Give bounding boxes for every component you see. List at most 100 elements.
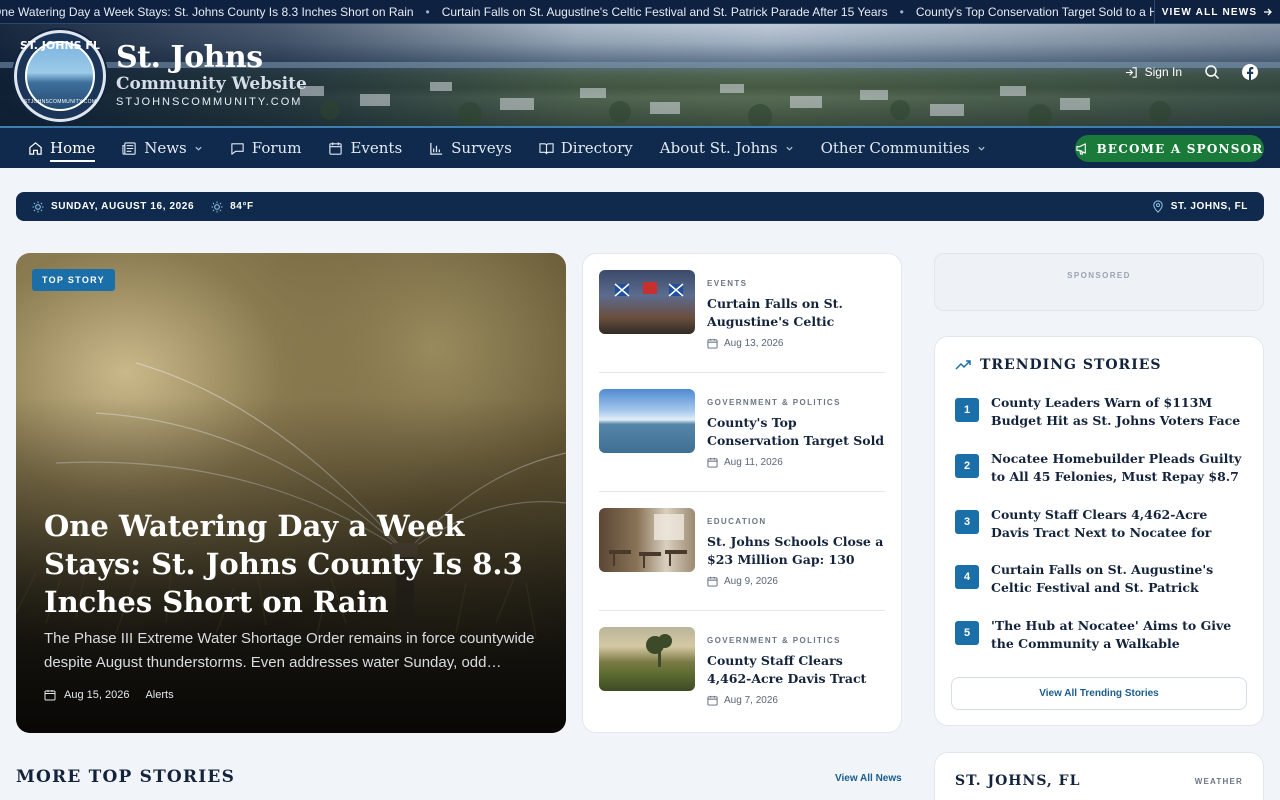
trending-item[interactable]: 5 'The Hub at Nocatee' Aims to Give the … [955,617,1247,653]
nav-label: About St. Johns [659,139,778,157]
calendar-icon [707,576,718,587]
sun-icon [32,201,44,212]
site-subtitle: Community Website [116,74,307,94]
top-story-meta: Aug 15, 2026 Alerts [44,689,174,701]
temperature-label: 84°F [230,201,254,212]
chevron-down-icon [978,146,985,151]
trending-item[interactable]: 4 Curtain Falls on St. Augustine's Celti… [955,561,1247,597]
news-title[interactable]: St. Johns Schools Close a $23 Million Ga… [707,533,887,569]
view-all-trending-label: View All Trending Stories [1039,688,1159,699]
header-tools: Sign In [1125,64,1258,80]
trending-header: TRENDING STORIES [955,357,1162,373]
site-url: STJOHNSCOMMUNITY.COM [116,96,303,108]
top-story-card[interactable]: TOP STORY One Watering Day a Week Stays:… [16,253,566,733]
site-logo[interactable]: ST. JOHNS FL STJOHNSCOMMUNITY.COM [14,30,106,122]
megaphone-icon [1075,143,1086,155]
news-category: GOVERNMENT & POLITICS [707,636,841,645]
nav-item-news[interactable]: News [122,128,203,168]
nav-item-about[interactable]: About St. Johns [660,128,794,168]
nav-label: Directory [560,139,633,157]
top-story-date: Aug 15, 2026 [64,689,130,701]
location-label: ST. JOHNS, FL [1170,201,1248,212]
list-item[interactable]: GOVERNMENT & POLITICS County Staff Clear… [599,611,885,730]
calendar-icon [329,141,343,155]
facebook-icon[interactable] [1242,64,1258,80]
info-bar: SUNDAY, AUGUST 16, 2026 84°F ST. JOHNS, … [16,192,1264,221]
nav-label: News [144,139,187,157]
map-pin-icon [1153,200,1163,213]
news-title[interactable]: County Staff Clears 4,462-Acre Davis Tra… [707,652,887,688]
current-date: SUNDAY, AUGUST 16, 2026 [32,201,194,213]
top-story-tag[interactable]: Alerts [145,689,173,701]
trending-rank: 3 [955,510,979,534]
nav-label: Forum [251,139,302,157]
sign-in-icon [1125,66,1137,78]
sponsored-label: SPONSORED [1067,271,1131,280]
location: ST. JOHNS, FL [1152,192,1248,221]
trending-item-title: Nocatee Homebuilder Pleads Guilty to All… [991,451,1242,484]
chat-icon [231,142,244,155]
nav-item-forum[interactable]: Forum [230,128,302,168]
nav-item-directory[interactable]: Directory [539,128,633,168]
news-list: EVENTS Curtain Falls on St. Augustine's … [582,253,902,733]
sign-in-link[interactable]: Sign In [1125,65,1182,79]
list-item[interactable]: GOVERNMENT & POLITICS County's Top Conse… [599,373,885,492]
search-icon[interactable] [1204,64,1220,80]
calendar-icon [44,690,56,701]
trending-item-title: County Staff Clears 4,462-Acre Davis Tra… [991,507,1212,540]
view-all-news-label: VIEW ALL NEWS [1161,6,1258,18]
nav-label: Surveys [451,139,512,157]
trending-item[interactable]: 1 County Leaders Warn of $113M Budget Hi… [955,394,1247,430]
arrow-right-icon [1264,8,1273,16]
nav-label: Home [50,139,96,162]
ticker-item-label: One Watering Day a Week Stays: St. Johns… [0,5,414,19]
news-date-label: Aug 7, 2026 [724,695,778,706]
logo-bottom-text: STJOHNSCOMMUNITY.COM [23,99,97,105]
top-story-description: The Phase III Extreme Water Shortage Ord… [44,630,535,671]
calendar-icon [707,338,718,349]
sun-icon [211,201,223,212]
trending-rank: 5 [955,621,979,645]
nav-label: Events [350,139,403,157]
ticker-item-label: Curtain Falls on St. Augustine's Celtic … [441,5,888,19]
home-icon [29,141,42,155]
list-item[interactable]: EDUCATION St. Johns Schools Close a $23 … [599,492,885,611]
trending-item[interactable]: 3 County Staff Clears 4,462-Acre Davis T… [955,506,1247,542]
chevron-down-icon [195,146,202,151]
trending-rank: 1 [955,398,979,422]
bar-chart-icon [430,142,443,155]
trending-item-title: 'The Hub at Nocatee' Aims to Give the Co… [991,618,1232,651]
trending-rank: 2 [955,454,979,478]
weather-widget: ST. JOHNS, FL WEATHER [934,752,1264,800]
calendar-icon [707,457,718,468]
trending-item[interactable]: 2 Nocatee Homebuilder Pleads Guilty to A… [955,450,1247,486]
news-date: Aug 11, 2026 [707,457,783,468]
news-title[interactable]: Curtain Falls on St. Augustine's Celtic … [707,295,887,331]
ticker-track: One Watering Day a Week Stays: St. Johns… [0,0,1217,23]
news-category: GOVERNMENT & POLITICS [707,398,841,407]
become-sponsor-button[interactable]: BECOME A SPONSOR [1075,135,1264,162]
nav-item-other-communities[interactable]: Other Communities [821,128,986,168]
view-all-news-link[interactable]: View All News [835,773,902,784]
view-all-news-link[interactable]: VIEW ALL NEWS [1154,0,1280,23]
news-title[interactable]: County's Top Conservation Target Sold to… [707,414,887,450]
nav-label: Other Communities [820,139,970,157]
newspaper-icon [122,141,136,155]
sponsored-slot[interactable]: SPONSORED [934,253,1264,311]
current-temperature: 84°F [211,201,254,213]
become-sponsor-label: BECOME A SPONSOR [1096,141,1264,156]
nav-item-home[interactable]: Home [28,128,96,168]
trending-up-icon [955,360,971,370]
list-item[interactable]: EVENTS Curtain Falls on St. Augustine's … [599,254,885,373]
news-thumbnail [599,270,695,334]
ticker-item[interactable]: One Watering Day a Week Stays: St. Johns… [0,5,414,19]
news-date: Aug 13, 2026 [707,338,784,349]
top-story-title[interactable]: One Watering Day a Week Stays: St. Johns… [44,507,524,621]
ticker-item[interactable]: Curtain Falls on St. Augustine's Celtic … [442,5,888,19]
news-thumbnail [599,627,695,691]
nav-item-events[interactable]: Events [328,128,402,168]
nav-item-surveys[interactable]: Surveys [429,128,512,168]
view-all-trending-button[interactable]: View All Trending Stories [951,677,1247,710]
site-title[interactable]: St. Johns [116,40,263,75]
news-date-label: Aug 11, 2026 [724,457,783,468]
